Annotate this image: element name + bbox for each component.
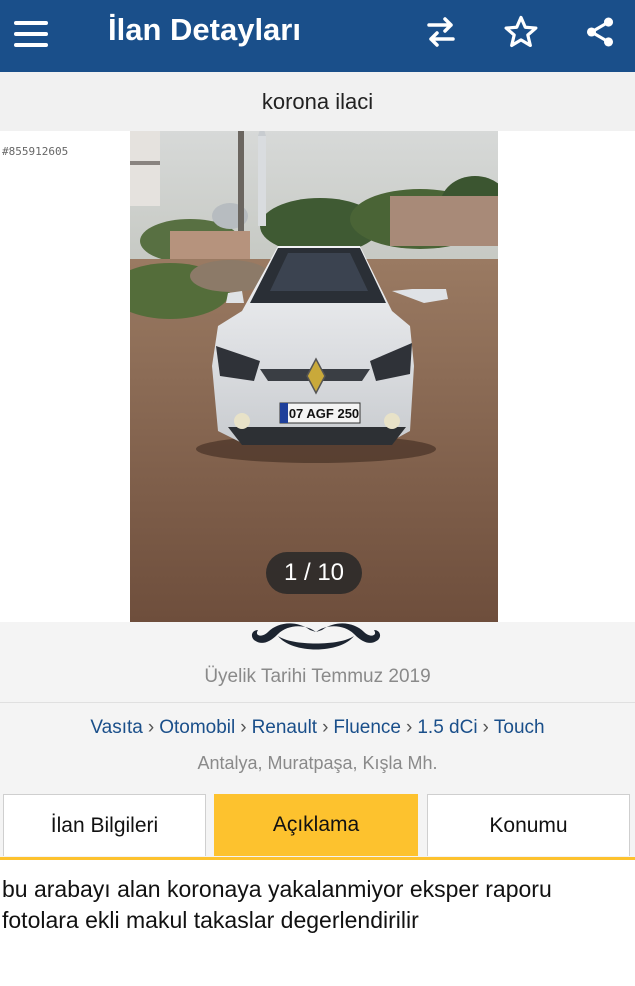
breadcrumb-separator: › [482, 717, 489, 738]
breadcrumb: Vasıta › Otomobil › Renault › Fluence › 1.5 dCi ›… [0, 717, 635, 739]
photo-counter[interactable]: 1 / 10 [266, 552, 362, 594]
location-text: Antalya, Muratpaşa, Kışla Mh. [197, 753, 438, 773]
breadcrumb-item-fluence[interactable]: Fluence [333, 717, 401, 738]
tab-aciklama[interactable]: Açıklama [214, 794, 418, 856]
menu-icon[interactable] [14, 12, 58, 56]
breadcrumb-item-renault[interactable]: Renault [252, 717, 318, 738]
detail-tabs: İlan Bilgileri Açıklama Konumu [0, 791, 635, 860]
breadcrumb-item-vasita[interactable]: Vasıta [90, 717, 142, 738]
member-since: Üyelik Tarihi Temmuz 2019 [204, 666, 431, 687]
breadcrumb-separator: › [240, 717, 247, 738]
star-icon[interactable] [497, 8, 545, 56]
breadcrumb-item-otomobil[interactable]: Otomobil [159, 717, 235, 738]
breadcrumb-separator: › [322, 717, 329, 738]
breadcrumb-item-engine[interactable]: 1.5 dCi [417, 717, 477, 738]
share-icon[interactable] [576, 8, 624, 56]
breadcrumb-separator: › [147, 717, 155, 738]
compare-arrows-icon[interactable] [417, 8, 465, 56]
tab-konumu[interactable]: Konumu [427, 794, 630, 856]
page-title: İlan Detayları [108, 12, 301, 47]
listing-title-bar: korona ilaci [0, 72, 635, 132]
description: bu arabayı alan koronaya yakalanmiyor ek… [2, 874, 634, 936]
mustache-overlay [251, 623, 381, 650]
license-plate-text: 07 AGF 250 [289, 406, 359, 421]
photo-gallery[interactable]: #855912605 07 AGF 250 1 / 10 [0, 131, 635, 622]
seller-info: Üyelik Tarihi Temmuz 2019 [0, 622, 635, 703]
app-bar: İlan Detayları [0, 0, 635, 72]
car-photo[interactable]: 07 AGF 250 [130, 131, 498, 622]
breadcrumb-separator: › [406, 717, 413, 738]
listing-number: #855912605 [2, 145, 69, 158]
description-line: fotolara ekli makul takaslar degerlendir… [2, 907, 419, 933]
listing-title: korona ilaci [261, 88, 374, 114]
description-line: bu arabayı alan koronaya yakalanmiyor ek… [2, 876, 552, 902]
breadcrumb-item-touch[interactable]: Touch [494, 717, 545, 738]
tab-ilan-bilgileri[interactable]: İlan Bilgileri [3, 794, 206, 856]
listing-info: Vasıta › Otomobil › Renault › Fluence › 1.5 dCi ›… [0, 703, 635, 791]
